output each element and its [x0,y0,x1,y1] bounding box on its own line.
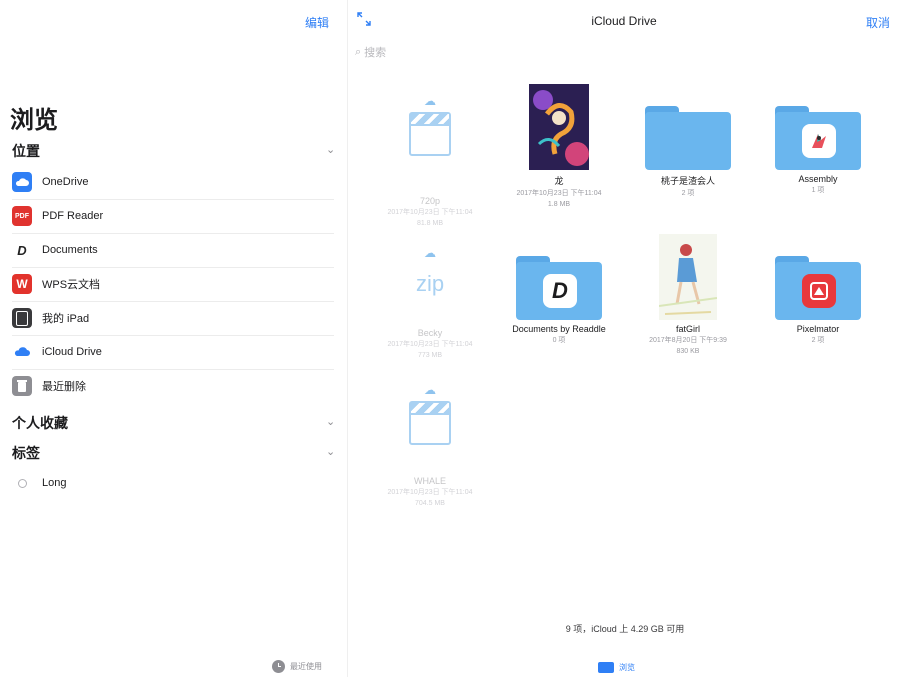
browse-title: 浏览 [10,107,58,134]
tab-recent-label: 最近使用 [290,662,322,671]
folder-assembly[interactable]: Assembly 1 项 [758,80,878,195]
assembly-app-icon [802,124,836,158]
fatgirl-image-thumbnail [658,234,718,320]
tag-label: Long [42,477,67,489]
folder-icon: D [516,256,602,320]
tags-header[interactable]: 标签 [12,443,40,463]
search-placeholder: 搜索 [364,47,387,59]
sidebar-item-label: 最近删除 [42,381,86,393]
file-whale[interactable]: ☁ WHALE 2017年10月23日 下午11:04 704.5 MB [370,378,490,508]
sidebar-item-wps[interactable]: W WPS云文档 [12,267,334,302]
folder-documents-by-readdle[interactable]: D Documents by Readdle 0 项 [499,230,619,345]
file-becky[interactable]: ☁ zip Becky 2017年10月23日 下午11:04 773 MB [370,230,490,360]
pixelmator-app-icon [802,274,836,308]
folder-icon [775,106,861,170]
clock-icon [272,660,285,673]
file-meta: 2 项 [681,190,695,197]
file-name: WHALE [413,476,446,486]
file-name: Pixelmator [796,324,840,334]
file-meta: 0 项 [552,337,566,344]
tag-item-long[interactable]: Long [12,466,334,500]
file-size: 704.5 MB [415,500,445,507]
tab-browse-label: 浏览 [619,663,635,672]
folder-icon [775,256,861,320]
tag-circle-icon [12,473,32,493]
file-size: 830 KB [676,348,700,355]
cloud-download-icon[interactable]: ☁ [424,94,436,108]
file-name: 龙 [554,176,564,186]
favorites-header[interactable]: 个人收藏 [12,413,68,433]
chevron-down-icon[interactable]: ⌄ [326,445,335,458]
trash-icon [12,376,32,396]
chevron-down-icon[interactable]: ⌄ [326,415,335,428]
tab-browse[interactable]: 浏览 [598,662,635,673]
page-title: iCloud Drive [591,14,657,28]
dragon-image-thumbnail [529,84,589,170]
expand-icon[interactable] [357,12,373,28]
pdf-reader-icon: PDF [12,206,32,226]
file-meta: 2017年8月20日 下午9:39 [649,337,727,344]
tab-recent[interactable]: 最近使用 [272,660,322,673]
sidebar: 编辑 浏览 位置 ⌄ OneDrive PDF PDF Reader D Doc… [0,0,347,677]
file-meta: 1 项 [811,187,825,194]
file-name: 720p [419,196,441,206]
file-size: 81.8 MB [416,220,444,227]
file-long[interactable]: 龙 2017年10月23日 下午11:04 1.8 MB [499,80,619,209]
file-name: Assembly [798,174,838,184]
file-meta: 2017年10月23日 下午11:04 [387,489,473,496]
file-size: 1.8 MB [547,201,571,208]
sidebar-item-label: 我的 iPad [42,313,90,325]
sidebar-item-label: Documents [42,244,98,256]
icloud-icon [12,342,32,362]
sidebar-item-recently-deleted[interactable]: 最近删除 [12,369,334,403]
folder-pixelmator[interactable]: Pixelmator 2 项 [758,230,878,345]
file-name: fatGirl [675,324,700,334]
video-file-icon [409,112,451,156]
cloud-download-icon[interactable]: ☁ [424,246,436,260]
chevron-down-icon[interactable]: ⌄ [326,143,335,156]
sidebar-item-my-ipad[interactable]: 我的 iPad [12,301,334,336]
search-input[interactable]: ⌕ 搜索 [355,42,555,62]
file-meta: 2017年10月23日 下午11:04 [387,341,473,348]
sidebar-item-label: OneDrive [42,176,89,188]
edit-button[interactable]: 编辑 [305,14,329,31]
file-name: Documents by Readdle [512,324,606,334]
documents-icon: D [12,240,32,260]
folder-taozi[interactable]: 桃子是渣会人 2 项 [628,80,748,198]
cancel-button[interactable]: 取消 [866,14,890,31]
file-meta: 2 项 [811,337,825,344]
cloud-download-icon[interactable]: ☁ [424,383,436,397]
file-fatgirl[interactable]: fatGirl 2017年8月20日 下午9:39 830 KB [628,230,748,356]
wps-icon: W [12,274,32,294]
video-file-icon [409,401,451,445]
file-name: Becky [417,328,443,338]
documents-app-icon: D [543,274,577,308]
sidebar-item-documents[interactable]: D Documents [12,233,334,268]
search-icon: ⌕ [355,45,362,58]
sidebar-item-label: PDF Reader [42,210,104,222]
sidebar-item-label: WPS云文档 [42,279,101,291]
sidebar-item-icloud-drive[interactable]: iCloud Drive [12,335,334,370]
folder-tab-icon [598,662,614,673]
file-size: 773 MB [417,352,443,359]
onedrive-icon [12,172,32,192]
split-divider [347,0,348,677]
sidebar-item-onedrive[interactable]: OneDrive [12,165,334,200]
sidebar-item-label: iCloud Drive [42,346,102,358]
ipad-icon [12,308,32,328]
storage-status: 9 项，iCloud 上 4.29 GB 可用 [565,624,685,634]
file-name: 桃子是渣会人 [660,176,715,186]
locations-header[interactable]: 位置 [12,141,40,161]
folder-icon [645,106,731,170]
file-720p[interactable]: ☁ 720p 2017年10月23日 下午11:04 81.8 MB [370,80,490,228]
file-meta: 2017年10月23日 下午11:04 [516,190,602,197]
zip-file-icon: zip [415,271,445,296]
file-meta: 2017年10月23日 下午11:04 [387,209,473,216]
sidebar-item-pdf-reader[interactable]: PDF PDF Reader [12,199,334,234]
